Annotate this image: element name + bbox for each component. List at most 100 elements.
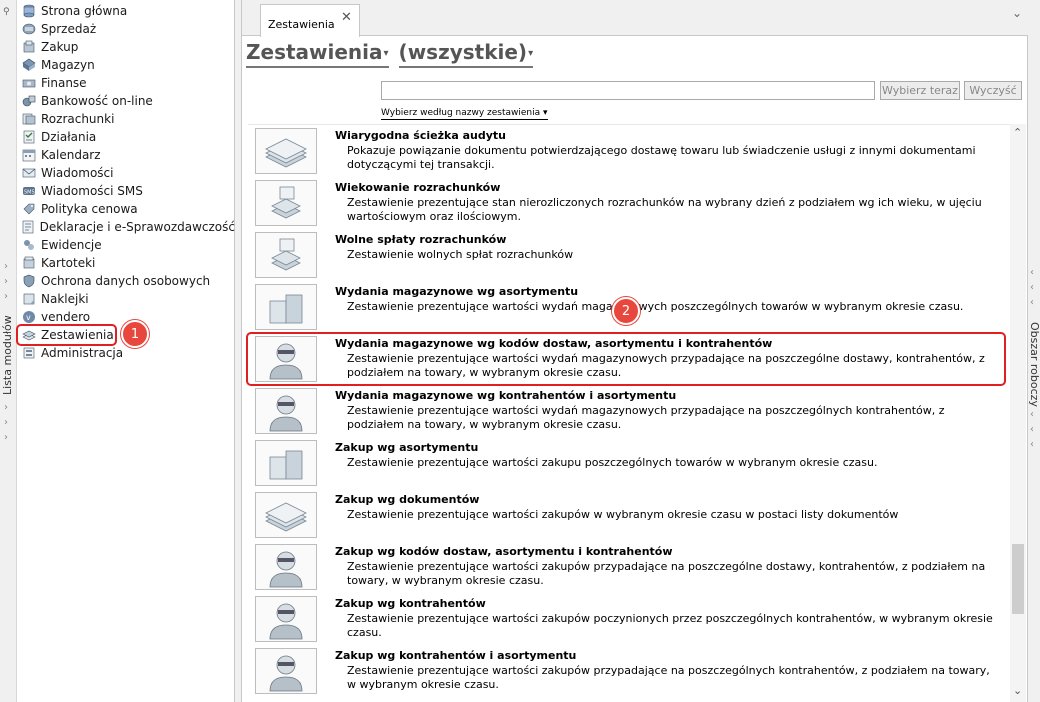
pin-icon[interactable]: ⚲ — [3, 8, 13, 17]
sms-icon: SMS — [21, 183, 37, 199]
report-description: Zestawienie prezentujące wartości zakupó… — [347, 612, 993, 639]
report-title: Zakup wg kodów dostaw, asortymentu i kon… — [335, 545, 673, 558]
tab-bar: Zestawienia ✕ ⌄ — [242, 0, 1029, 37]
tab-label: Zestawienia — [268, 18, 335, 31]
module-item-magazyn[interactable]: Magazyn — [17, 56, 235, 74]
collapse-chevron-icon[interactable]: ‹ — [1030, 425, 1034, 435]
collapse-chevron-icon[interactable]: ‹ — [1030, 268, 1034, 278]
messages-icon — [21, 165, 37, 181]
scroll-down-icon[interactable]: ⌄ — [1013, 684, 1022, 697]
report-list: Wiarygodna ścieżka audytu Pokazuje powią… — [248, 124, 1010, 702]
scrollbar-thumb[interactable] — [1012, 544, 1024, 614]
module-item-bankowosc[interactable]: Bankowość on-line — [17, 92, 235, 110]
printer-stack-icon — [255, 232, 317, 278]
admin-icon — [21, 345, 37, 361]
module-item-ewidencje[interactable]: Ewidencje — [17, 236, 235, 254]
highlight-zestawienia — [16, 324, 117, 346]
report-type-dropdown[interactable]: Zestawienia▾ — [246, 40, 389, 68]
report-description: Zestawienie prezentujące wartości wydań … — [347, 300, 964, 313]
close-icon[interactable]: ✕ — [341, 10, 352, 25]
module-item-polityka-cenowa[interactable]: Polityka cenowa — [17, 200, 235, 218]
list-item[interactable]: Wiarygodna ścieżka audytu Pokazuje powią… — [248, 125, 1010, 177]
expand-chevron-icon[interactable]: › — [4, 292, 8, 302]
report-title: Wiarygodna ścieżka audytu — [335, 129, 506, 142]
filter-by-name-link[interactable]: Wybierz według nazwy zestawienia ▾ — [381, 108, 548, 120]
stickers-icon — [21, 291, 37, 307]
person-icon — [255, 388, 317, 434]
search-input[interactable] — [381, 81, 875, 100]
list-item[interactable]: Zakup wg kontrahentów i asortymentu Zest… — [248, 645, 1010, 697]
warehouse-icon — [21, 57, 37, 73]
list-item[interactable]: Wydania magazynowe wg kontrahentów i aso… — [248, 385, 1010, 437]
step-badge-2: 2 — [612, 297, 640, 325]
module-item-wiadomosci-sms[interactable]: SMS Wiadomości SMS — [17, 182, 235, 200]
module-item-kalendarz[interactable]: Kalendarz — [17, 146, 235, 164]
pricing-icon — [21, 201, 37, 217]
module-item-ochrona-danych[interactable]: Ochrona danych osobowych — [17, 272, 235, 290]
expand-chevron-icon[interactable]: › — [4, 277, 8, 287]
report-title: Wydania magazynowe wg asortymentu — [335, 285, 579, 298]
declarations-icon — [21, 219, 36, 235]
module-item-administracja[interactable]: Administracja — [17, 344, 235, 362]
module-item-deklaracje[interactable]: Deklaracje i e-Sprawozdawczość — [17, 218, 235, 236]
finance-icon — [21, 75, 37, 91]
tab-zestawienia[interactable]: Zestawienia ✕ — [260, 4, 360, 37]
paper-stack-icon — [255, 492, 317, 538]
module-item-strona-glowna[interactable]: Strona główna — [17, 2, 235, 20]
calendar-icon — [21, 147, 37, 163]
workspace-label: Obszar roboczy — [1028, 322, 1040, 407]
list-item[interactable]: Zakup wg kodów dostaw, asortymentu i kon… — [248, 541, 1010, 593]
list-item[interactable]: Wolne spłaty rozrachunków Zestawienie wo… — [248, 229, 1010, 281]
report-title: Zakup wg kontrahentów i asortymentu — [335, 649, 577, 662]
collapse-chevron-icon[interactable]: ‹ — [1030, 298, 1034, 308]
settlements-icon — [21, 111, 37, 127]
step-badge-1: 1 — [121, 320, 149, 348]
list-item[interactable]: Zakup wg kontrahentów Zestawienie prezen… — [248, 593, 1010, 645]
bank-icon — [21, 93, 37, 109]
module-panel: Strona główna Sprzedaż Zakup Magazyn Fin… — [16, 0, 235, 702]
module-list-strip[interactable]: ⚲ › › › Lista modułów › › › — [0, 0, 16, 702]
paper-stack-icon — [255, 128, 317, 174]
module-item-kartoteki[interactable]: Kartoteki — [17, 254, 235, 272]
module-item-wiadomosci[interactable]: Wiadomości — [17, 164, 235, 182]
report-title: Wiekowanie rozrachunków — [335, 181, 501, 194]
report-filter-dropdown[interactable]: (wszystkie)▾ — [398, 40, 534, 68]
report-description: Zestawienie prezentujące wartości zakupu… — [347, 456, 878, 469]
collapse-chevron-icon[interactable]: ‹ — [1030, 440, 1034, 450]
list-item[interactable]: Zakup wg dokumentów Zestawienie prezentu… — [248, 489, 1010, 541]
collapse-chevron-icon[interactable]: ‹ — [1030, 283, 1034, 293]
module-item-zakup[interactable]: Zakup — [17, 38, 235, 56]
choose-now-button[interactable]: Wybierz teraz — [880, 81, 960, 100]
report-title: Zakup wg dokumentów — [335, 493, 480, 506]
expand-chevron-icon[interactable]: › — [4, 403, 8, 413]
expand-chevron-icon[interactable]: › — [4, 262, 8, 272]
cards-icon — [21, 255, 37, 271]
boxes-icon — [255, 440, 317, 486]
expand-chevron-icon[interactable]: › — [4, 433, 8, 443]
report-description: Zestawienie prezentujące wartości wydań … — [347, 404, 945, 431]
highlight-report-row — [246, 332, 1006, 386]
module-item-sprzedaz[interactable]: Sprzedaż — [17, 20, 235, 38]
list-item[interactable]: Zakup wg asortymentu Zestawienie prezent… — [248, 437, 1010, 489]
list-item[interactable]: Wiekowanie rozrachunków Zestawienie prez… — [248, 177, 1010, 229]
collapse-chevron-icon[interactable]: ‹ — [1030, 410, 1034, 420]
vendero-icon: v — [21, 309, 37, 325]
home-db-icon — [21, 3, 37, 19]
scroll-up-icon[interactable]: ⌃ — [1013, 126, 1022, 139]
module-item-naklejki[interactable]: Naklejki — [17, 290, 235, 308]
printer-stack-icon — [255, 180, 317, 226]
module-item-dzialania[interactable]: Działania — [17, 128, 235, 146]
report-description: Zestawienie prezentujące stan nierozlicz… — [347, 196, 982, 223]
clear-button[interactable]: Wyczyść — [964, 81, 1022, 100]
workspace-strip[interactable]: ‹ ‹ ‹ Obszar roboczy ‹ ‹ ‹ — [1028, 0, 1040, 702]
report-description: Zestawienie prezentujące wartości zakupó… — [347, 560, 986, 587]
module-list-label: Lista modułów — [1, 315, 14, 395]
sales-icon — [21, 21, 37, 37]
report-list-scrollbar[interactable]: ⌃ ⌄ — [1010, 124, 1026, 702]
expand-chevron-icon[interactable]: › — [4, 418, 8, 428]
module-item-finanse[interactable]: Finanse — [17, 74, 235, 92]
page-heading: Zestawienia▾ (wszystkie)▾ — [246, 40, 543, 68]
tabs-dropdown-icon[interactable]: ⌄ — [1012, 6, 1022, 20]
report-title: Wolne spłaty rozrachunków — [335, 233, 507, 246]
module-item-rozrachunki[interactable]: Rozrachunki — [17, 110, 235, 128]
